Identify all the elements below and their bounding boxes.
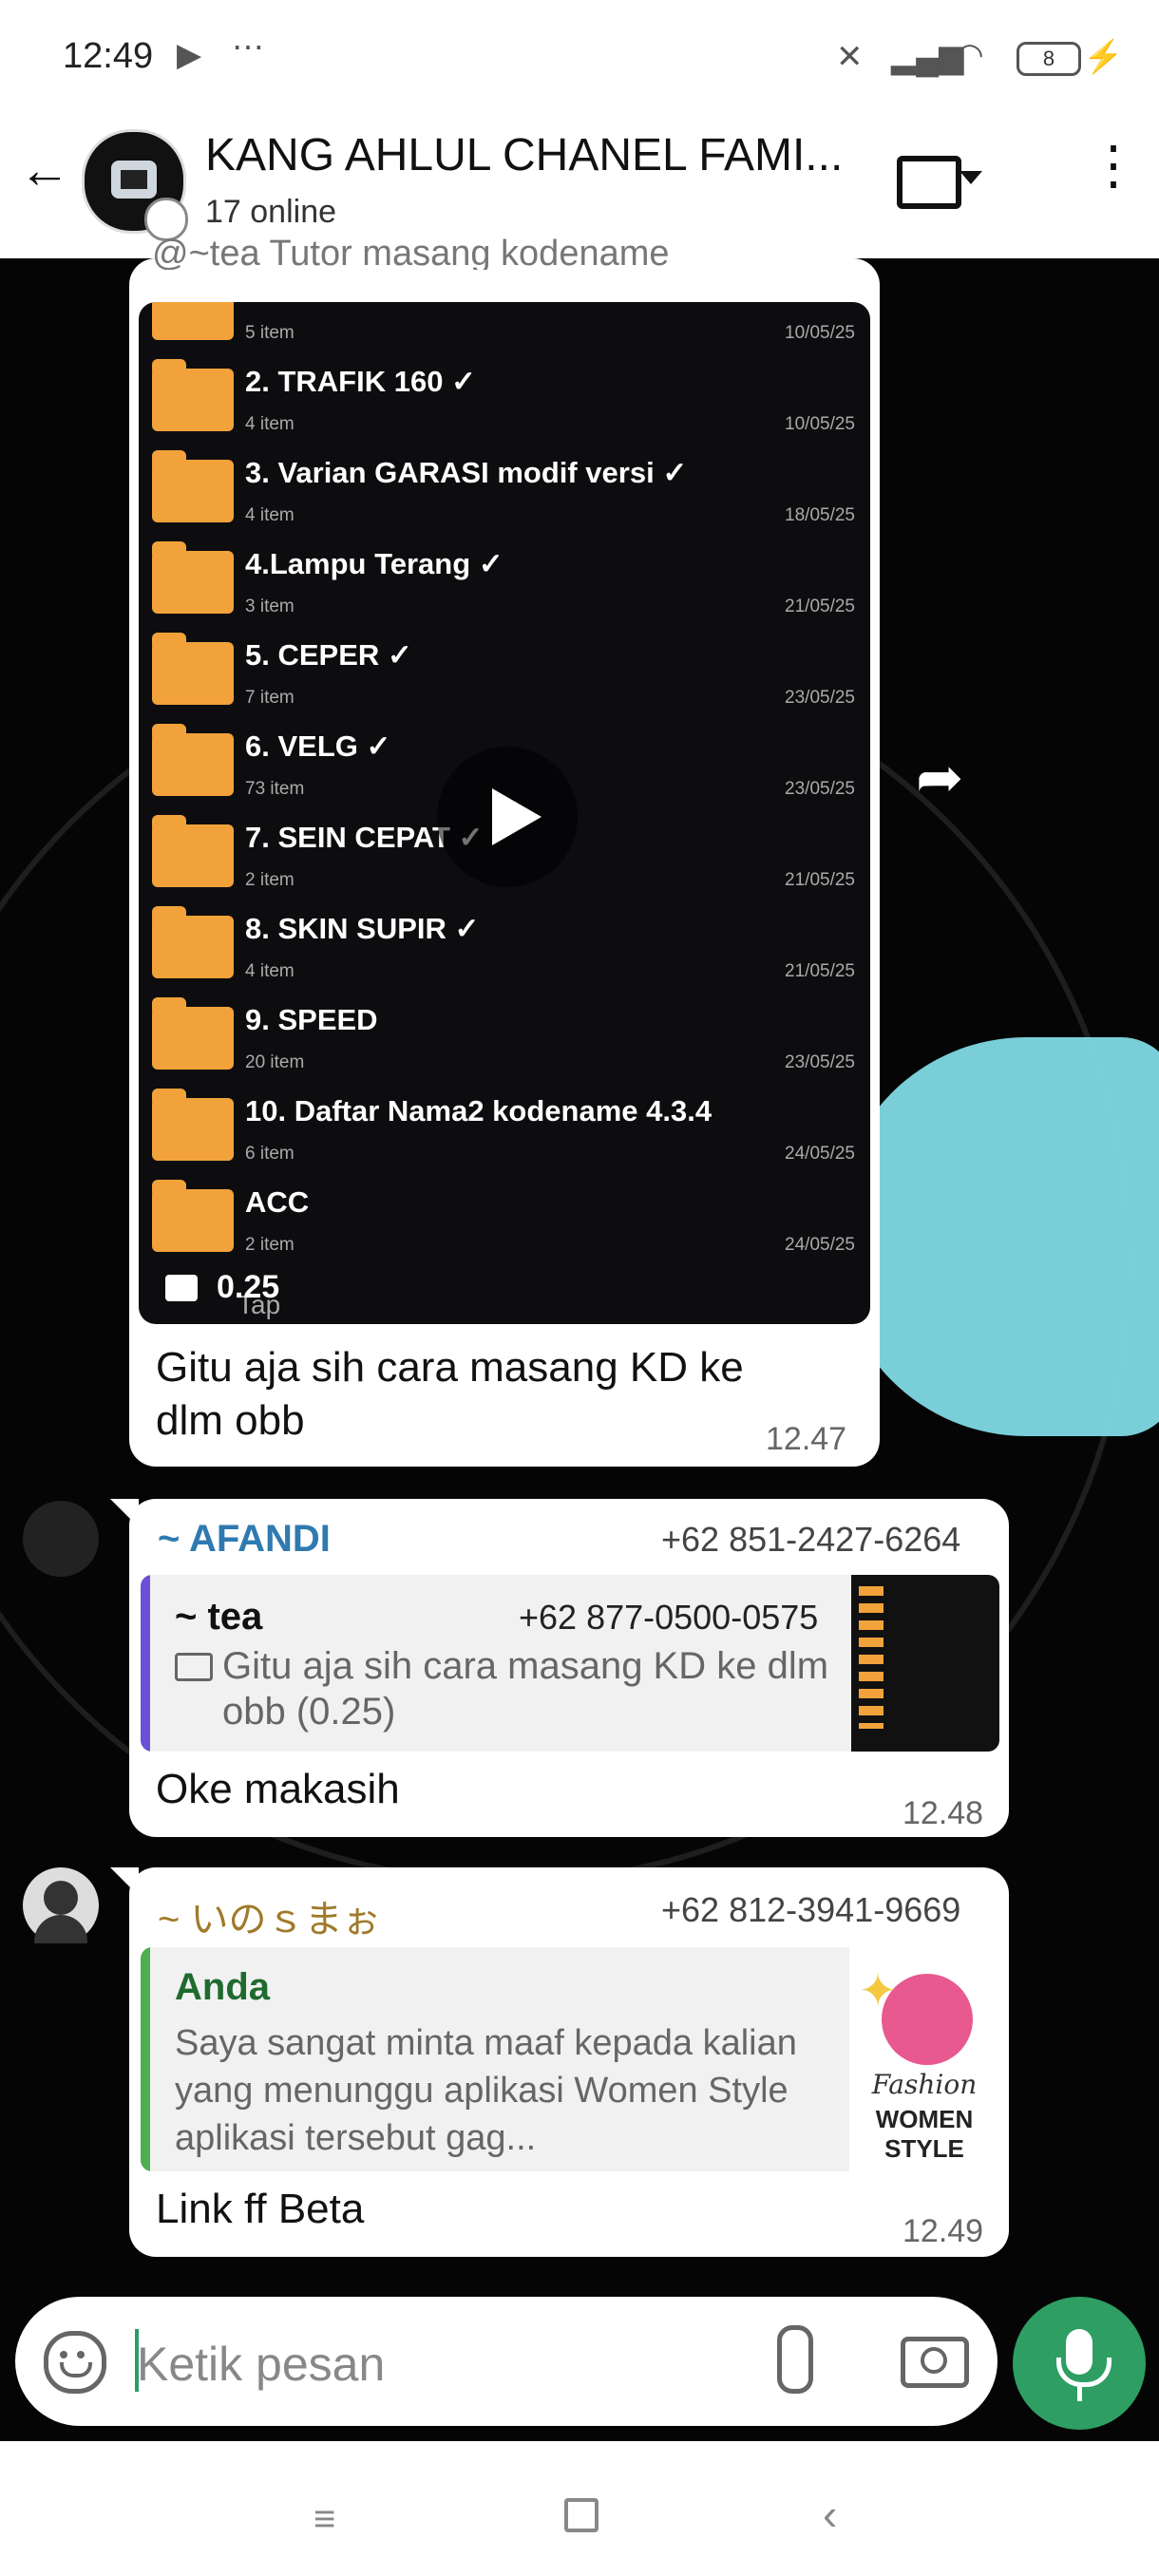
video-camera-icon: [175, 1653, 213, 1681]
video-duration: 0.25: [217, 1269, 280, 1305]
sender-name[interactable]: ~ いのｓまぉ: [158, 1888, 380, 1943]
chat-title[interactable]: KANG AHLUL CHANEL FAMI...: [205, 129, 843, 181]
message-input[interactable]: Ketik pesan: [137, 2337, 385, 2392]
folder-row: 4.Lampu Terang ✓ 3 item 21/05/25: [139, 538, 870, 629]
folder-icon: [152, 724, 234, 796]
folder-icon: [152, 1180, 234, 1252]
quote-phone: +62 877-0500-0575: [519, 1598, 819, 1637]
folder-icon: [152, 997, 234, 1070]
folder-row: 3. Varian GARASI modif versi ✓ 4 item 18/0…: [139, 446, 870, 538]
sender-phone: +62 812-3941-9669: [661, 1890, 961, 1929]
attach-icon[interactable]: [777, 2325, 813, 2394]
folder-icon: [152, 302, 234, 340]
forward-icon[interactable]: ➦: [916, 745, 963, 811]
folder-icon: [152, 450, 234, 522]
message-time: 12.48: [902, 1795, 984, 1831]
message-text: Link ff Beta: [156, 2186, 365, 2232]
quote-text: Gitu aja sih cara masang KD ke dlm obb (…: [222, 1645, 829, 1733]
folder-row: ACC 2 item 24/05/25: [139, 1176, 870, 1267]
quote-text: Saya sangat minta maaf kepada kalian yan…: [175, 2023, 797, 2158]
folder-icon: [152, 906, 234, 978]
message-time: 12.47: [766, 1421, 847, 1457]
chevron-down-icon[interactable]: [960, 171, 982, 184]
sparkle-icon: ✦: [859, 1966, 898, 2017]
folder-row: 5. CEPER ✓ 7 item 23/05/25: [139, 629, 870, 720]
folder-icon: [859, 1586, 884, 1729]
more-notifications-icon: ⋯: [232, 29, 264, 66]
sender-name[interactable]: ~ AFANDI: [158, 1518, 331, 1561]
folder-icon: [152, 815, 234, 887]
video-caption: Gitu aja sih cara masang KD ke dlm obb: [156, 1344, 744, 1444]
message-text: Oke makasih: [156, 1766, 400, 1812]
camera-icon[interactable]: [901, 2337, 969, 2388]
bubble-tail: [110, 1499, 139, 1527]
online-count: 17 online: [205, 194, 337, 230]
folder-row: 10. Daftar Nama2 kodename 4.3.4 6 item 24/…: [139, 1085, 870, 1176]
quote-thumbnail: ✦ Fashion WOMEN STYLE: [849, 1947, 999, 2171]
back-nav-icon[interactable]: ‹: [823, 2489, 837, 2540]
video-camera-icon: [165, 1275, 198, 1301]
menu-icon[interactable]: ≡: [314, 2498, 335, 2541]
status-bar: [0, 0, 1159, 114]
quote-sender: ~ tea: [175, 1596, 263, 1638]
folder-icon: [152, 541, 234, 614]
play-icon[interactable]: [437, 747, 578, 887]
wifi-icon: ◠: [956, 37, 984, 73]
folder-row: 8. SKIN SUPIR ✓ 4 item 21/05/25: [139, 902, 870, 994]
folder-icon: [152, 1089, 234, 1161]
thumb-title: Fashion: [871, 2069, 978, 2100]
mute-icon: ✕: [836, 39, 864, 75]
notification-icon: ▶: [177, 37, 202, 73]
sender-phone: +62 851-2427-6264: [661, 1520, 961, 1559]
folder-icon: [152, 633, 234, 705]
video-call-icon[interactable]: [897, 156, 961, 209]
status-time: 12:49: [63, 36, 154, 76]
folder-row: 5 item 10/05/25: [139, 302, 870, 355]
thumb-subtitle: WOMEN STYLE: [875, 2105, 974, 2163]
emoji-icon[interactable]: [44, 2331, 106, 2394]
avatar[interactable]: [23, 1867, 99, 1943]
quoted-message[interactable]: Anda Saya sangat minta maaf kepada kalia…: [141, 1947, 999, 2171]
signal-icon: ▂▄▆: [891, 39, 964, 75]
quoted-message[interactable]: ~ tea +62 877-0500-0575 Gitu aja sih car…: [141, 1575, 999, 1752]
quote-thumbnail: [851, 1575, 999, 1752]
home-icon[interactable]: [564, 2498, 598, 2532]
battery-icon: 8: [1016, 42, 1081, 76]
folder-row: 9. SPEED 20 item 23/05/25: [139, 994, 870, 1085]
avatar[interactable]: [23, 1501, 99, 1577]
charging-icon: ⚡: [1083, 39, 1124, 75]
bubble-tail: [110, 1867, 139, 1896]
mic-button[interactable]: [1013, 2297, 1146, 2430]
folder-icon: [152, 359, 234, 431]
reply-caption: @~tea Tutor masang kodename: [152, 234, 670, 270]
message-time: 12.49: [902, 2213, 984, 2249]
quote-sender: Anda: [175, 1966, 270, 2008]
folder-row: 2. TRAFIK 160 ✓ 4 item 10/05/25: [139, 355, 870, 446]
back-arrow-icon[interactable]: ←: [19, 141, 70, 199]
more-vert-icon[interactable]: ⋮: [1087, 139, 1140, 192]
